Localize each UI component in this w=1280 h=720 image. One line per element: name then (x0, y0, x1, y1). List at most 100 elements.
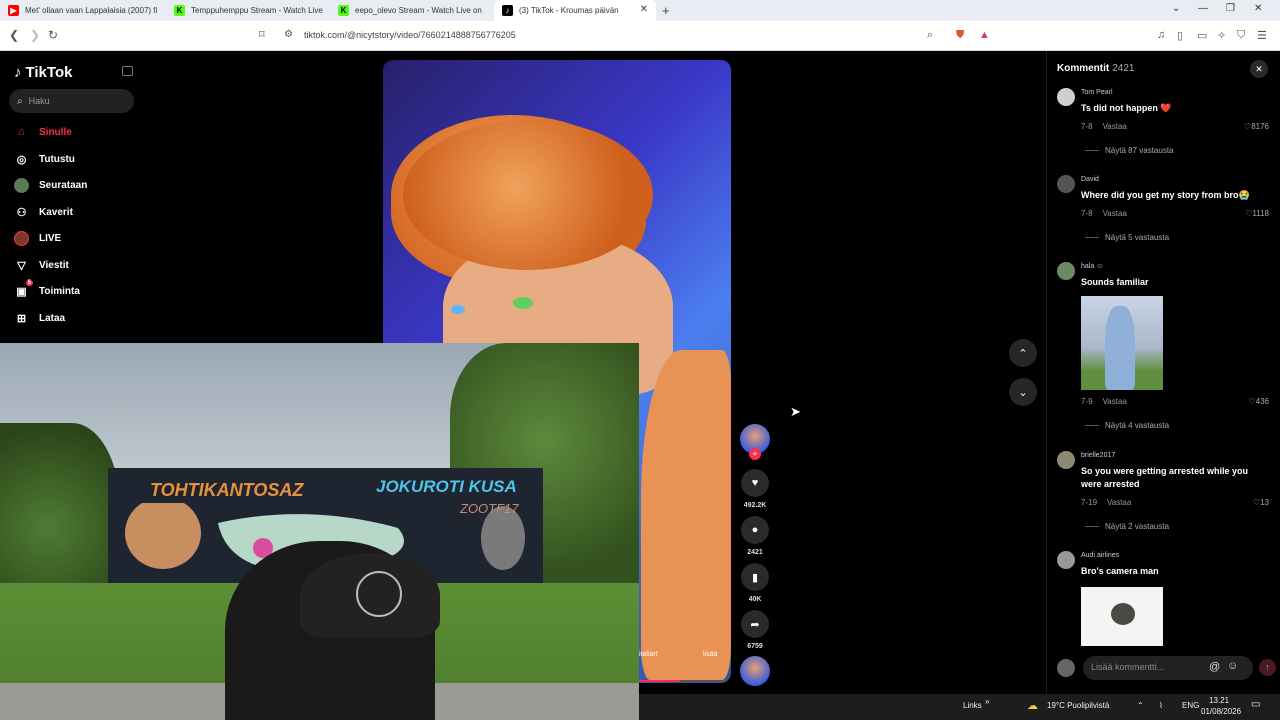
mouse-cursor-icon: ➤ (790, 404, 801, 419)
avatar[interactable] (1057, 551, 1075, 569)
view-replies-button[interactable]: Näytä 87 vastausta (1085, 146, 1173, 155)
comment-username[interactable]: brielle2017 (1081, 452, 1115, 459)
comment-username[interactable]: hala ☺︎ (1081, 263, 1103, 270)
like-action[interactable]: ♥ 492.2K (740, 469, 770, 509)
zoom-icon[interactable]: ⌕ (927, 29, 933, 42)
wallet-icon[interactable]: ▭ (1197, 29, 1207, 42)
language-indicator[interactable]: ENG (1182, 701, 1199, 710)
avatar[interactable]: + (740, 424, 770, 460)
comment-likes[interactable]: ♡8176 (1244, 122, 1269, 131)
music-disc-icon[interactable] (740, 656, 770, 686)
brave-rewards-icon[interactable]: ▲ (979, 29, 990, 41)
nav-item-kaverit[interactable]: ⚇ Kaverit (14, 204, 73, 220)
clock-date[interactable]: 01/08/2026 (1201, 707, 1241, 716)
heart-outline-icon: ♡ (1248, 397, 1256, 406)
previous-video-button[interactable]: ⌃ (1009, 339, 1037, 367)
brave-shield-icon[interactable]: ⛊ (956, 29, 964, 42)
video-subject-hair-top (403, 120, 653, 270)
browser-tab[interactable]: K Temppuhemppu Stream - Watch Live (166, 0, 330, 21)
reply-button[interactable]: Vastaa (1103, 397, 1127, 406)
tiktok-logo[interactable]: ♪ TikTok (14, 64, 72, 81)
vpn-icon[interactable]: ⛉ (1237, 29, 1245, 42)
media-icon[interactable]: ♫ (1157, 29, 1165, 41)
browser-tab[interactable]: ▶ Met' ollaan vaan Lappalaisia (2007) fi (0, 0, 165, 21)
mention-icon[interactable]: @ (1209, 661, 1220, 673)
comment-likes[interactable]: ♡13 (1253, 498, 1269, 507)
friends-icon: ⚇ (16, 206, 27, 219)
nav-item-lataa[interactable]: ⊞ Lataa (14, 310, 65, 326)
view-replies-button[interactable]: Näytä 4 vastausta (1085, 421, 1169, 430)
share-icon[interactable]: ➦ (741, 610, 769, 638)
nav-item-viestit[interactable]: ▽ Viestit (14, 257, 69, 273)
reply-button[interactable]: Vastaa (1103, 122, 1127, 131)
comment-username[interactable]: Tom Pearl (1081, 89, 1113, 96)
video-more-link[interactable]: lisää (703, 651, 717, 658)
save-action[interactable]: ▮ 40K (740, 563, 770, 603)
reply-button[interactable]: Vastaa (1107, 498, 1131, 507)
avatar[interactable] (1057, 451, 1075, 469)
comment-action[interactable]: ● 2421 (740, 516, 770, 556)
comment-image[interactable] (1081, 587, 1163, 646)
url-field[interactable]: tiktok.com/@nicytstory/video/76602148887… (304, 30, 516, 40)
network-icon[interactable]: ⌇ (1159, 701, 1163, 710)
clock-time[interactable]: 13.21 (1209, 696, 1229, 705)
nav-item-toiminta[interactable]: ▣ 5 Toiminta (14, 279, 80, 299)
nav-item-sinulle[interactable]: ⌂ Sinulle (14, 124, 72, 140)
links-toolbar[interactable]: Links (963, 701, 982, 710)
forward-icon[interactable]: ❯ (30, 28, 40, 42)
nav-item-tutustu[interactable]: ◎ Tutustu (14, 151, 75, 167)
comment-likes[interactable]: ♡1118 (1245, 209, 1269, 218)
tab-title: Met' ollaan vaan Lappalaisia (2007) fi (25, 6, 158, 15)
browser-tab-active[interactable]: ♪ (3) TikTok - Kroumas päivän ✕ (494, 0, 656, 21)
notifications-icon[interactable]: ▭ (1251, 699, 1260, 710)
view-replies-button[interactable]: Näytä 5 vastausta (1085, 233, 1169, 242)
new-tab-button[interactable]: + (662, 3, 670, 18)
close-comments-button[interactable]: ✕ (1250, 60, 1268, 78)
weather-text[interactable]: 19°C Puolipilvistä (1047, 701, 1109, 710)
comment-username[interactable]: Audi airlines (1081, 552, 1119, 559)
next-video-button[interactable]: ⌄ (1009, 378, 1037, 406)
comment-likes[interactable]: ♡436 (1248, 397, 1269, 406)
bookmark-icon[interactable]: ⌑ (259, 28, 265, 41)
avatar[interactable] (1057, 175, 1075, 193)
view-replies-button[interactable]: Näytä 2 vastausta (1085, 522, 1169, 531)
weather-icon[interactable]: ☁ (1027, 699, 1038, 712)
kick-icon: K (174, 5, 185, 16)
avatar[interactable] (1057, 262, 1075, 280)
reply-button[interactable]: Vastaa (1103, 209, 1127, 218)
tab-list-icon[interactable]: ⌄ (1172, 3, 1180, 14)
sidebar-icon[interactable]: ▯ (1177, 29, 1183, 42)
site-info-icon[interactable]: ⚙ (284, 29, 293, 40)
video-caption[interactable]: italiart (639, 651, 658, 658)
send-icon[interactable]: ↑ (1259, 659, 1276, 676)
maximize-button[interactable]: ❐ (1226, 3, 1235, 14)
menu-icon[interactable]: ☰ (1257, 29, 1267, 42)
home-icon: ⌂ (18, 126, 25, 138)
comment-icon[interactable]: ● (741, 516, 769, 544)
comment-image[interactable] (1081, 296, 1163, 390)
music-disc[interactable] (740, 656, 770, 686)
video-progress-bar[interactable] (639, 680, 731, 682)
cap-logo-icon (356, 571, 402, 617)
tray-chevron-icon[interactable]: ⌃ (1137, 701, 1144, 710)
heart-icon[interactable]: ♥ (741, 469, 769, 497)
follow-plus-icon[interactable]: + (749, 448, 761, 460)
reload-icon[interactable]: ↻ (48, 28, 58, 42)
avatar[interactable] (1057, 88, 1075, 106)
back-icon[interactable]: ❮ (9, 28, 19, 42)
minimize-button[interactable]: — (1198, 3, 1208, 14)
close-tab-icon[interactable]: ✕ (640, 4, 648, 15)
close-window-button[interactable]: ✕ (1254, 3, 1262, 14)
bookmark-icon[interactable]: ▮ (741, 563, 769, 591)
nav-item-live[interactable]: LIVE (14, 230, 61, 246)
share-action[interactable]: ➦ 6759 (740, 610, 770, 650)
comment-username[interactable]: David (1081, 176, 1099, 183)
collapse-sidebar-icon[interactable] (122, 66, 133, 76)
nav-item-seurataan[interactable]: Seurataan (14, 177, 87, 193)
search-input[interactable]: ⌕ Haku (9, 89, 134, 113)
creator-avatar[interactable]: + (740, 424, 770, 460)
chevron-icon[interactable]: » (985, 697, 989, 706)
browser-tab[interactable]: K eepo_olevo Stream - Watch Live on (330, 0, 494, 21)
extensions-icon[interactable]: ✧ (1217, 29, 1226, 42)
emoji-icon[interactable]: ☺ (1227, 660, 1238, 672)
